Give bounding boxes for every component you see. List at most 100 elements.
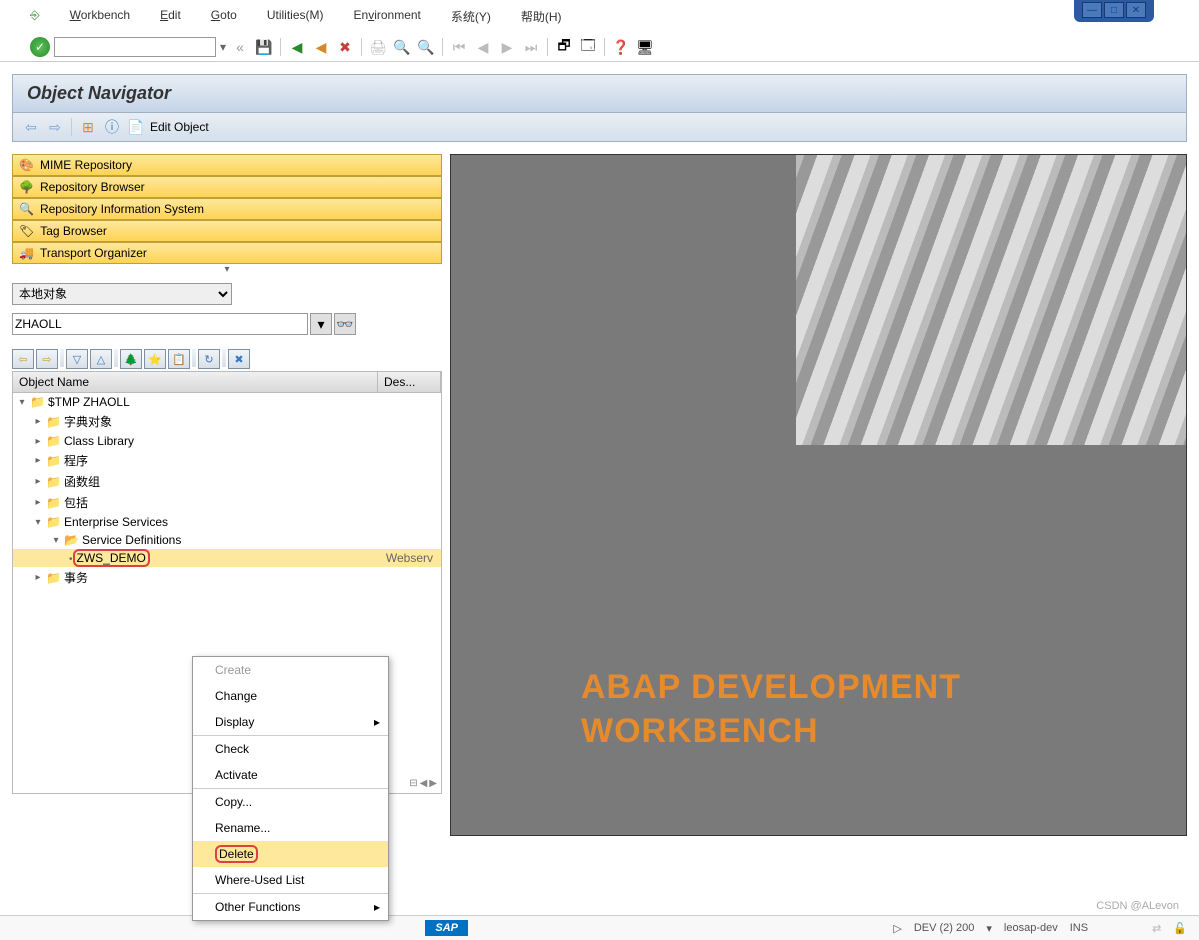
sub-toolbar: ⇦ ⇨ ⊞ ⓘ 📄 Edit Object [12, 113, 1187, 142]
menu-other-functions[interactable]: Other Functions [193, 894, 388, 920]
menu-delete[interactable]: Delete [193, 841, 388, 867]
fullscreen-icon[interactable]: ⊞ [78, 117, 98, 137]
col-description[interactable]: Des... [378, 372, 441, 392]
repository-browser-button[interactable]: 🌳Repository Browser [12, 176, 442, 198]
highlight-box: ZWS_DEMO [73, 549, 150, 567]
connection-icon[interactable]: ⇄ [1152, 922, 1161, 935]
glasses-icon[interactable]: 👓 [334, 313, 356, 335]
maximize-icon[interactable]: □ [1104, 2, 1124, 18]
info-sys-icon: 🔍 [19, 202, 34, 216]
menu-where-used[interactable]: Where-Used List [193, 867, 388, 893]
expand-icon[interactable]: ▽ [66, 349, 88, 369]
folder-icon: 📁 [46, 415, 61, 429]
scroll-right-icon[interactable]: ▶ [429, 778, 437, 789]
tree-zws-demo[interactable]: •ZWS_DEMOWebserv [13, 549, 441, 567]
command-field[interactable] [54, 37, 216, 57]
print-icon[interactable]: 🖨 [368, 37, 388, 57]
collapse-icon[interactable]: △ [90, 349, 112, 369]
menu-rename[interactable]: Rename... [193, 815, 388, 841]
tree-enterprise-services[interactable]: ▾📁Enterprise Services [13, 513, 441, 531]
tree-class[interactable]: ▸📁Class Library [13, 432, 441, 450]
folder-icon: 📁 [46, 496, 61, 510]
watermark: CSDN @ALevon [1096, 900, 1179, 912]
layout-icon[interactable]: 🖥 [635, 37, 655, 57]
menu-edit[interactable]: Edit [160, 8, 181, 25]
tree-service-definitions[interactable]: ▾📂Service Definitions [13, 531, 441, 549]
last-page-icon[interactable]: ⏭ [521, 37, 541, 57]
exit-icon[interactable]: ⎆ [30, 8, 40, 25]
close-icon[interactable]: ✕ [1126, 2, 1146, 18]
prev-page-icon[interactable]: ◀ [473, 37, 493, 57]
col-object-name[interactable]: Object Name [13, 372, 378, 392]
refresh-icon[interactable]: ↻ [198, 349, 220, 369]
tree-icon[interactable]: 🌲 [120, 349, 142, 369]
menu-display[interactable]: Display [193, 709, 388, 735]
tag-icon: 🏷 [19, 224, 34, 238]
menu-workbench[interactable]: WWorkbenchorkbench [70, 8, 130, 25]
banner-text: ABAP DEVELOPMENT WORKBENCH [581, 665, 961, 753]
tree-prog[interactable]: ▸📁程序 [13, 450, 441, 471]
minimize-icon[interactable]: — [1082, 2, 1102, 18]
repository-info-button[interactable]: 🔍Repository Information System [12, 198, 442, 220]
page-title: Object Navigator [27, 83, 1172, 104]
scroll-left-icon[interactable]: ◀ [420, 778, 428, 789]
menu-copy[interactable]: Copy... [193, 789, 388, 815]
context-menu: Create Change Display Check Activate Cop… [192, 656, 389, 921]
next-page-icon[interactable]: ▶ [497, 37, 517, 57]
star-icon[interactable]: ⭐ [144, 349, 166, 369]
lock-icon[interactable]: 🔓 [1173, 922, 1187, 935]
tree-trans[interactable]: ▸📁事务 [13, 567, 441, 588]
close-tree-icon[interactable]: ✖ [228, 349, 250, 369]
splitter-icon[interactable]: ⊟ [409, 778, 417, 789]
list-icon[interactable]: 📋 [168, 349, 190, 369]
dropdown-icon[interactable]: ▾ [310, 313, 332, 335]
tree-dict[interactable]: ▸📁字典对象 [13, 411, 441, 432]
back-icon[interactable]: ◀ [287, 37, 307, 57]
user-input[interactable] [12, 313, 308, 335]
nav-left-icon[interactable]: ⇦ [12, 349, 34, 369]
help-icon[interactable]: ❓ [611, 37, 631, 57]
repo-icon: 🌳 [19, 180, 34, 194]
menu-environment[interactable]: Environment [354, 8, 421, 25]
dropdown-icon[interactable]: ▾ [220, 40, 226, 54]
exit-icon[interactable]: ◀ [311, 37, 331, 57]
nav-fwd-icon[interactable]: ⇨ [45, 117, 65, 137]
menu-create[interactable]: Create [193, 657, 388, 683]
nav-right-icon[interactable]: ⇨ [36, 349, 58, 369]
transport-organizer-button[interactable]: 🚚Transport Organizer [12, 242, 442, 264]
cancel-icon[interactable]: ✖ [335, 37, 355, 57]
object-type-select[interactable]: 本地对象 [12, 283, 232, 305]
edit-object-label[interactable]: Edit Object [150, 120, 209, 134]
edit-object-icon[interactable]: 📄 [126, 117, 146, 137]
ok-icon[interactable]: ✓ [30, 37, 50, 57]
nav-back-icon[interactable]: ⇦ [21, 117, 41, 137]
menu-activate[interactable]: Activate [193, 762, 388, 788]
info-icon[interactable]: ⓘ [102, 117, 122, 137]
back-arrows-icon[interactable]: « [230, 37, 250, 57]
menu-system[interactable]: 系统(Y) [451, 8, 491, 25]
menu-help[interactable]: 帮助(H) [521, 8, 562, 25]
save-icon[interactable]: 💾 [254, 37, 274, 57]
tag-browser-button[interactable]: 🏷Tag Browser [12, 220, 442, 242]
abap-icon[interactable]: ▷ [893, 922, 901, 935]
window-controls: — □ ✕ [1074, 0, 1154, 22]
status-host: leosap-dev [1004, 922, 1058, 934]
status-system[interactable]: DEV (2) 200 [914, 922, 975, 934]
folder-icon: 📁 [30, 395, 45, 409]
menu-utilities[interactable]: Utilities(M) [267, 8, 324, 25]
menu-check[interactable]: Check [193, 736, 388, 762]
folder-icon: 📁 [46, 515, 61, 529]
find-next-icon[interactable]: 🔍 [416, 37, 436, 57]
tree-func[interactable]: ▸📁函数组 [13, 471, 441, 492]
first-page-icon[interactable]: ⏮ [449, 37, 469, 57]
tree-incl[interactable]: ▸📁包括 [13, 492, 441, 513]
find-icon[interactable]: 🔍 [392, 37, 412, 57]
new-session-icon[interactable]: 🗗 [554, 37, 574, 57]
shortcut-icon[interactable]: 🗔 [578, 37, 598, 57]
menu-change[interactable]: Change [193, 683, 388, 709]
menu-goto[interactable]: Goto [211, 8, 237, 25]
mime-repository-button[interactable]: 🎨MIME Repository [12, 154, 442, 176]
tree-root[interactable]: ▾📁$TMP ZHAOLL [13, 393, 441, 411]
tree-header: Object Name Des... [12, 371, 442, 393]
title-area: Object Navigator [12, 74, 1187, 113]
